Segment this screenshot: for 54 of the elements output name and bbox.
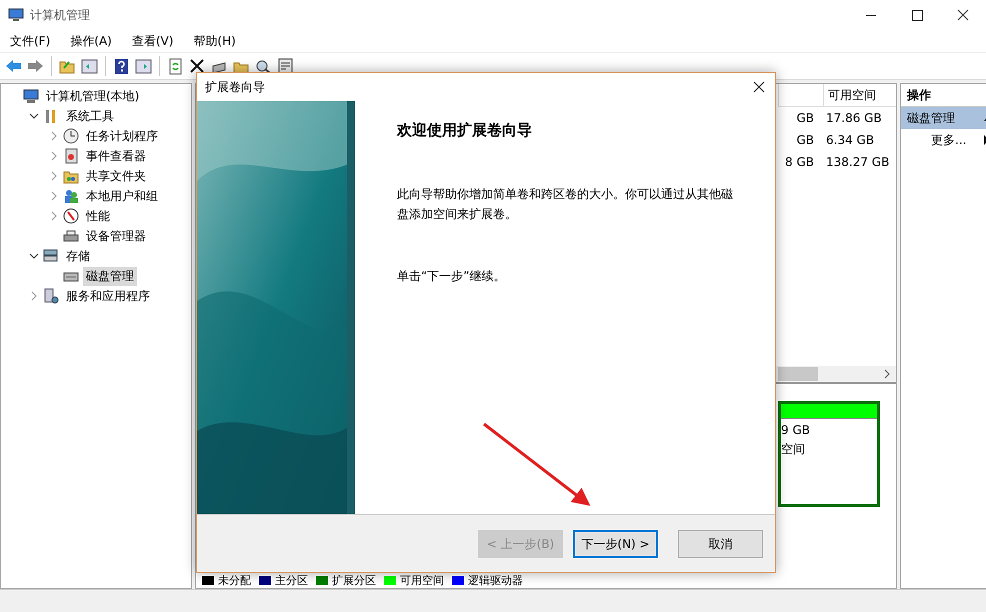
services-icon — [43, 288, 59, 304]
legend-label: 逻辑驱动器 — [468, 572, 523, 588]
table-cell-text: 17.86 GB — [825, 111, 883, 125]
tree-item[interactable]: 计算机管理(本地) — [43, 86, 142, 106]
dialog-title: 扩展卷向导 — [205, 78, 265, 96]
chevron-right-icon[interactable] — [882, 368, 892, 380]
tree-item[interactable]: 本地用户和组 — [83, 186, 161, 206]
tree-item[interactable]: 设备管理器 — [83, 226, 149, 246]
computer-icon — [23, 88, 39, 104]
legend-label: 可用空间 — [400, 572, 444, 588]
storage-icon — [43, 248, 59, 264]
legend-label: 未分配 — [218, 572, 251, 588]
table-cell-text: GB — [795, 111, 815, 125]
dialog-button[interactable]: 取消 — [678, 530, 763, 558]
window-title: 计算机管理 — [30, 6, 90, 24]
table-cell-text: 6.34 GB — [825, 133, 876, 147]
partition-block[interactable]: 9 GB 空间 — [778, 401, 880, 507]
dialog-heading: 欢迎使用扩展卷向导 — [397, 121, 533, 140]
dialog-button[interactable]: 下一步(N) > — [573, 530, 658, 558]
scrollbar-thumb[interactable] — [778, 367, 818, 381]
clock-icon — [63, 128, 79, 144]
partition-text: 9 GB — [781, 423, 811, 437]
dialog-text: 此向导帮助你增加简单卷和跨区卷的大小。你可以通过从其他磁盘添加空间来扩展卷。 — [397, 186, 734, 223]
tree-item[interactable]: 任务计划程序 — [83, 126, 161, 146]
gauge-icon — [63, 208, 79, 224]
users-icon — [63, 188, 79, 204]
menu-item[interactable]: 帮助(H) — [187, 32, 242, 50]
action-link[interactable]: 更多... — [901, 129, 986, 151]
log-icon — [63, 148, 79, 164]
menu-item[interactable]: 文件(F) — [4, 32, 56, 50]
table-cell-text: 138.27 GB — [825, 155, 890, 169]
tree-item[interactable]: 磁盘管理 — [83, 266, 137, 286]
table-cell-text: 8 GB — [784, 155, 815, 169]
partition-text: 空间 — [781, 441, 806, 458]
tree-item[interactable]: 事件查看器 — [83, 146, 149, 166]
column-header[interactable]: 可用空间 — [823, 84, 896, 106]
menu-item[interactable]: 查看(V) — [126, 32, 180, 50]
dialog-text: 单击“下一步”继续。 — [397, 268, 506, 285]
tree-item[interactable]: 存储 — [63, 246, 93, 266]
legend-label: 主分区 — [275, 572, 308, 588]
panel-icon[interactable] — [80, 56, 99, 76]
section-header[interactable]: 磁盘管理 — [901, 107, 986, 129]
panel-icon[interactable] — [134, 56, 153, 76]
legend-label: 扩展分区 — [332, 572, 376, 588]
computer-icon — [8, 7, 24, 23]
printer-icon — [63, 228, 79, 244]
tree-item[interactable]: 共享文件夹 — [83, 166, 149, 186]
table-cell-text: GB — [795, 133, 815, 147]
tree-item[interactable]: 性能 — [83, 206, 113, 226]
menu-item[interactable]: 操作(A) — [64, 32, 118, 50]
tree-item[interactable]: 服务和应用程序 — [63, 286, 153, 306]
help-icon[interactable] — [112, 56, 131, 76]
tree-item[interactable]: 系统工具 — [63, 106, 117, 126]
close-icon[interactable] — [753, 81, 765, 93]
